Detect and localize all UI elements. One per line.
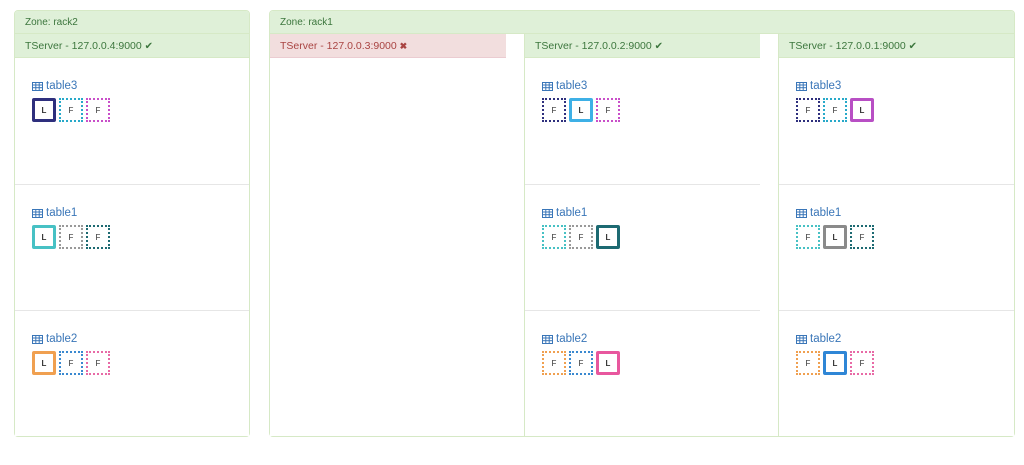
table-grid-icon: [796, 208, 807, 218]
zone-title: Zone: rack2: [25, 17, 78, 28]
table-link[interactable]: table3: [32, 80, 77, 92]
zone-header: Zone: rack1: [270, 11, 1014, 34]
cross-icon: ✖: [399, 41, 408, 51]
table-cell: table3 F L F: [525, 58, 760, 184]
tablet-follower[interactable]: F: [542, 98, 566, 122]
tablet-leader[interactable]: L: [850, 98, 874, 122]
table-name: table1: [46, 207, 78, 219]
tablet-group: FFL: [542, 351, 623, 375]
tablet-follower[interactable]: F: [796, 225, 820, 249]
tserver-title: TServer - 127.0.0.4:9000: [25, 40, 142, 52]
tablet-follower[interactable]: F: [542, 225, 566, 249]
tablet-follower[interactable]: F: [86, 225, 110, 249]
tserver-header: TServer - 127.0.0.1:9000 ✔: [779, 34, 1014, 58]
table-grid-icon: [542, 334, 553, 344]
tablet-follower[interactable]: F: [542, 351, 566, 375]
tserver-body: table3 F L Ftable1 F F Ltable2 F F L: [525, 58, 760, 436]
table-cell: table3 L F F: [15, 58, 249, 184]
table-name: table2: [556, 333, 588, 345]
table-grid-icon: [32, 208, 43, 218]
table-cell: table2 F F L: [525, 310, 760, 436]
tablet-leader[interactable]: L: [32, 225, 56, 249]
tablet-group: FLF: [796, 351, 877, 375]
tablet-follower[interactable]: F: [59, 351, 83, 375]
tserver-header: TServer - 127.0.0.4:9000 ✔: [15, 34, 249, 58]
check-icon: ✔: [144, 41, 154, 52]
table-grid-icon: [32, 81, 43, 91]
zone-rack1: Zone: rack1 TServer - 127.0.0.3:9000 ✖ T…: [269, 10, 1015, 437]
table-grid-icon: [542, 81, 553, 91]
tablet-follower[interactable]: F: [59, 225, 83, 249]
table-grid-icon: [796, 334, 807, 344]
tablet-follower[interactable]: F: [59, 98, 83, 122]
tserver-title: TServer - 127.0.0.3:9000: [280, 40, 397, 52]
table-cell: table3 F F L: [779, 58, 1014, 184]
tserver-header: TServer - 127.0.0.2:9000 ✔: [525, 34, 760, 58]
table-cell: table1 F F L: [525, 184, 760, 310]
table-name: table1: [810, 207, 842, 219]
zone-title: Zone: rack1: [280, 17, 333, 28]
tablet-follower[interactable]: F: [850, 351, 874, 375]
tablet-leader[interactable]: L: [596, 351, 620, 375]
tserver-panel: TServer - 127.0.0.2:9000 ✔ table3 F L Ftabl…: [524, 34, 760, 436]
tablet-leader[interactable]: L: [823, 351, 847, 375]
tablet-follower[interactable]: F: [86, 351, 110, 375]
tserver-header: TServer - 127.0.0.3:9000 ✖: [270, 34, 506, 58]
tablet-follower[interactable]: F: [796, 351, 820, 375]
table-grid-icon: [32, 334, 43, 344]
check-icon: ✔: [654, 41, 664, 52]
tserver-title: TServer - 127.0.0.2:9000: [535, 40, 652, 52]
table-link[interactable]: table2: [32, 333, 77, 345]
table-name: table2: [46, 333, 78, 345]
tablet-group: FFL: [796, 98, 877, 122]
table-link[interactable]: table2: [542, 333, 587, 345]
table-link[interactable]: table3: [542, 80, 587, 92]
tablet-leader[interactable]: L: [32, 351, 56, 375]
table-cell: table1 L F F: [15, 184, 249, 310]
table-link[interactable]: table2: [796, 333, 841, 345]
zone-header: Zone: rack2: [15, 11, 249, 34]
tserver-body: table3 F F Ltable1 F L Ftable2 F L F: [779, 58, 1014, 436]
table-grid-icon: [796, 81, 807, 91]
tserver-title: TServer - 127.0.0.1:9000: [789, 40, 906, 52]
tablet-follower[interactable]: F: [86, 98, 110, 122]
table-cell: table1 F L F: [779, 184, 1014, 310]
tablet-group: LFF: [32, 98, 113, 122]
table-name: table1: [556, 207, 588, 219]
tablet-follower[interactable]: F: [850, 225, 874, 249]
tserver-body: [270, 58, 506, 436]
tablet-group: LFF: [32, 351, 113, 375]
table-name: table3: [556, 80, 588, 92]
tablet-follower[interactable]: F: [569, 351, 593, 375]
table-name: table3: [46, 80, 78, 92]
tablet-follower[interactable]: F: [569, 225, 593, 249]
tablet-leader[interactable]: L: [596, 225, 620, 249]
table-link[interactable]: table3: [796, 80, 841, 92]
tablet-group: FLF: [542, 98, 623, 122]
table-link[interactable]: table1: [542, 207, 587, 219]
table-grid-icon: [542, 208, 553, 218]
table-link[interactable]: table1: [32, 207, 77, 219]
tablet-group: FLF: [796, 225, 877, 249]
tablet-follower[interactable]: F: [823, 98, 847, 122]
tserver-panel: TServer - 127.0.0.3:9000 ✖: [270, 34, 506, 436]
zone-rack2: Zone: rack2 TServer - 127.0.0.4:9000 ✔ t…: [14, 10, 250, 437]
tserver-body: table3 L F Ftable1 L F Ftable2 L F F: [15, 58, 249, 436]
table-cell: table2 L F F: [15, 310, 249, 436]
tserver-panel: TServer - 127.0.0.1:9000 ✔ table3 F F Ltabl…: [778, 34, 1014, 436]
tablet-group: LFF: [32, 225, 113, 249]
check-icon: ✔: [908, 41, 918, 52]
tablet-follower[interactable]: F: [596, 98, 620, 122]
tablet-leader[interactable]: L: [32, 98, 56, 122]
tserver-panel: TServer - 127.0.0.4:9000 ✔ table3 L F Ftabl…: [15, 34, 249, 436]
table-cell: table2 F L F: [779, 310, 1014, 436]
table-name: table3: [810, 80, 842, 92]
tablet-leader[interactable]: L: [569, 98, 593, 122]
table-link[interactable]: table1: [796, 207, 841, 219]
tablet-leader[interactable]: L: [823, 225, 847, 249]
tablet-group: FFL: [542, 225, 623, 249]
tablet-follower[interactable]: F: [796, 98, 820, 122]
table-name: table2: [810, 333, 842, 345]
